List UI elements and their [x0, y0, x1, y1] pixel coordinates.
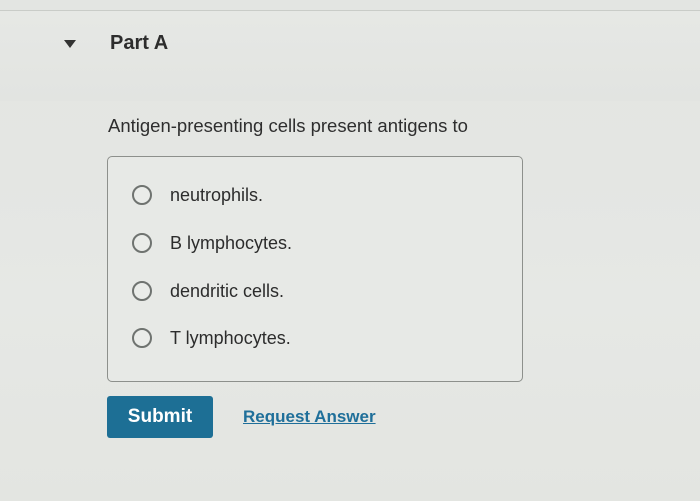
request-answer-link[interactable]: Request Answer — [243, 407, 376, 427]
choice-b-lymphocytes[interactable]: B lymphocytes. — [132, 230, 292, 256]
choice-neutrophils[interactable]: neutrophils. — [132, 182, 263, 208]
choice-label: T lymphocytes. — [170, 327, 291, 348]
choice-t-lymphocytes[interactable]: T lymphocytes. — [132, 325, 291, 351]
submit-button[interactable]: Submit — [107, 396, 213, 438]
choice-dendritic-cells[interactable]: dendritic cells. — [132, 278, 284, 304]
part-header — [0, 11, 700, 101]
radio-button[interactable] — [132, 185, 152, 205]
choice-label: B lymphocytes. — [170, 232, 293, 253]
caret-down-icon[interactable] — [64, 40, 76, 48]
part-title[interactable]: Part A — [110, 32, 168, 55]
radio-button[interactable] — [132, 328, 152, 348]
choice-label: neutrophils. — [170, 184, 264, 205]
choice-label: dendritic cells. — [170, 280, 285, 301]
question-text: Antigen-presenting cells present antigen… — [108, 115, 468, 136]
answer-choices: neutrophils. B lymphocytes. dendritic ce… — [107, 156, 523, 382]
radio-button[interactable] — [132, 233, 152, 253]
radio-button[interactable] — [132, 281, 152, 301]
